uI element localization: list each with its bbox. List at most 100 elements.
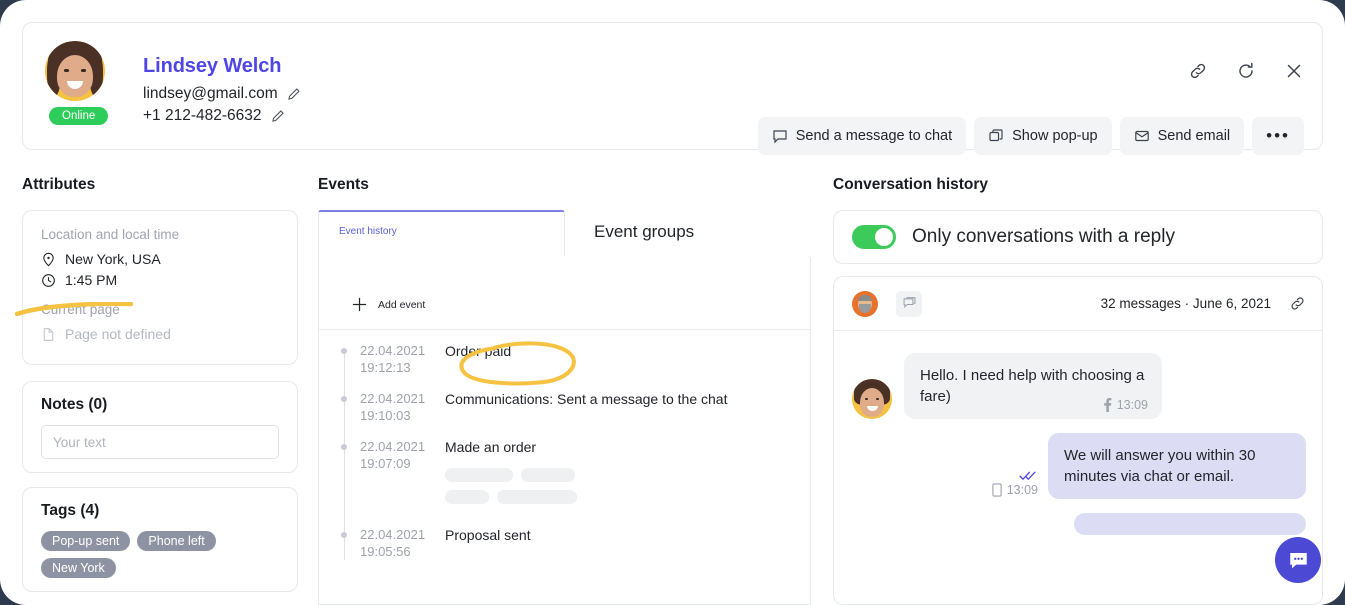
event-title: Proposal sent bbox=[445, 526, 531, 544]
notes-heading: Notes (0) bbox=[23, 382, 297, 414]
location-label: Location and local time bbox=[41, 227, 279, 242]
message-meta-incoming: 13:09 bbox=[1103, 398, 1148, 412]
tags-card: Tags (4) Pop-up sent Phone left New York bbox=[22, 487, 298, 592]
event-time: 19:05:56 bbox=[360, 543, 445, 560]
event-title: Made an order bbox=[445, 438, 536, 456]
add-event-button[interactable]: Add event bbox=[319, 256, 810, 329]
send-email-label: Send email bbox=[1158, 128, 1231, 144]
popup-window-icon bbox=[988, 128, 1004, 144]
events-tab-bar: Event history Event groups bbox=[318, 210, 811, 257]
edit-phone-pencil-icon[interactable] bbox=[271, 109, 285, 123]
event-datetime: 22.04.2021 19:07:09 bbox=[341, 438, 445, 512]
message-meta-outgoing: 13:09 bbox=[992, 470, 1038, 497]
skeleton-bar bbox=[445, 468, 513, 482]
message-row-outgoing: 13:09 We will answer you within 30 minut… bbox=[852, 433, 1306, 499]
event-title: Order paid bbox=[445, 342, 511, 360]
show-popup-button[interactable]: Show pop-up bbox=[974, 117, 1111, 155]
tag-chip[interactable]: Pop-up sent bbox=[41, 531, 130, 551]
message-row-incoming: Hello. I need help with choosing a fare)… bbox=[852, 353, 1306, 419]
tags-heading: Tags (4) bbox=[23, 488, 297, 520]
event-item[interactable]: 22.04.2021 19:07:09 Made an order bbox=[319, 438, 810, 512]
edit-email-pencil-icon[interactable] bbox=[287, 87, 301, 101]
message-time-outgoing: 13:09 bbox=[1007, 483, 1038, 497]
add-event-label: Add event bbox=[378, 299, 425, 311]
event-datetime: 22.04.2021 19:12:13 bbox=[341, 342, 445, 376]
envelope-icon bbox=[1134, 128, 1150, 144]
more-dots-icon: ••• bbox=[1266, 126, 1290, 146]
facebook-icon bbox=[1103, 398, 1112, 412]
event-item[interactable]: 22.04.2021 19:12:13 Order paid bbox=[319, 342, 810, 376]
channel-icon-box bbox=[896, 291, 922, 317]
mobile-device-icon bbox=[992, 483, 1002, 497]
chat-dots-icon bbox=[1287, 549, 1310, 572]
contact-info: Lindsey Welch lindsey@gmail.com +1 212-4… bbox=[143, 55, 301, 129]
event-body: Made an order bbox=[445, 438, 810, 512]
location-value: New York, USA bbox=[65, 251, 161, 267]
local-time-value: 1:45 PM bbox=[65, 272, 117, 288]
notes-input[interactable] bbox=[41, 425, 279, 459]
event-detail-skeleton bbox=[445, 468, 796, 504]
tags-list: Pop-up sent Phone left New York bbox=[23, 520, 297, 578]
events-column-title: Events bbox=[318, 176, 369, 194]
header-top-icon-row bbox=[1188, 61, 1304, 81]
message-bubble-outgoing: We will answer you within 30 minutes via… bbox=[1048, 433, 1306, 499]
conversation-card: 32 messages · June 6, 2021 Hello. I need… bbox=[833, 276, 1323, 605]
contact-email: lindsey@gmail.com bbox=[143, 85, 278, 103]
event-item[interactable]: 22.04.2021 19:05:56 Proposal sent bbox=[319, 526, 810, 560]
contact-name[interactable]: Lindsey Welch bbox=[143, 55, 301, 78]
tag-chip[interactable]: Phone left bbox=[137, 531, 215, 551]
only-replies-toggle[interactable] bbox=[852, 225, 896, 249]
chat-widget-button[interactable] bbox=[1275, 537, 1321, 583]
event-time: 19:12:13 bbox=[360, 359, 445, 376]
tag-chip[interactable]: New York bbox=[41, 558, 116, 578]
tab-event-history-label: Event history bbox=[339, 226, 397, 237]
event-body: Order paid bbox=[445, 342, 810, 376]
map-pin-icon bbox=[41, 252, 56, 267]
event-list: 22.04.2021 19:12:13 Order paid 22.04.202… bbox=[319, 330, 810, 560]
tab-event-history[interactable]: Event history bbox=[318, 210, 565, 257]
event-date: 22.04.2021 bbox=[360, 438, 445, 455]
skeleton-bar bbox=[521, 468, 575, 482]
event-dot-icon bbox=[341, 396, 347, 402]
attributes-column-title: Attributes bbox=[22, 176, 95, 194]
contact-email-row: lindsey@gmail.com bbox=[143, 85, 301, 103]
send-message-to-chat-label: Send a message to chat bbox=[796, 128, 952, 144]
conversation-link-icon[interactable] bbox=[1289, 295, 1306, 312]
link-icon[interactable] bbox=[1188, 61, 1208, 81]
send-email-button[interactable]: Send email bbox=[1120, 117, 1245, 155]
tab-event-groups[interactable]: Event groups bbox=[565, 210, 811, 257]
event-dot-icon bbox=[341, 532, 347, 538]
location-row: New York, USA bbox=[41, 251, 279, 267]
app-page: Online Lindsey Welch lindsey@gmail.com +… bbox=[0, 0, 1345, 605]
double-check-icon bbox=[1019, 470, 1038, 481]
refresh-icon[interactable] bbox=[1236, 61, 1256, 81]
conversation-column-title: Conversation history bbox=[833, 176, 988, 194]
event-date: 22.04.2021 bbox=[360, 390, 445, 407]
event-item[interactable]: 22.04.2021 19:10:03 Communications: Sent… bbox=[319, 390, 810, 424]
header-action-buttons: Send a message to chat Show pop-up Send … bbox=[758, 117, 1304, 155]
agent-avatar bbox=[852, 291, 878, 317]
clock-icon bbox=[41, 273, 56, 288]
conversation-meta: 32 messages · June 6, 2021 bbox=[1101, 296, 1271, 311]
toggle-knob bbox=[875, 228, 893, 246]
chat-bubble-icon bbox=[772, 128, 788, 144]
event-time: 19:07:09 bbox=[360, 455, 445, 472]
event-time: 19:10:03 bbox=[360, 407, 445, 424]
local-time-row: 1:45 PM bbox=[41, 272, 279, 288]
contact-phone: +1 212-482-6632 bbox=[143, 107, 262, 125]
contact-avatar-wrap: Online bbox=[45, 41, 105, 101]
current-page-label: Current page bbox=[41, 302, 279, 317]
message-avatar bbox=[852, 379, 892, 419]
send-message-to-chat-button[interactable]: Send a message to chat bbox=[758, 117, 966, 155]
contact-header-card: Online Lindsey Welch lindsey@gmail.com +… bbox=[22, 22, 1323, 150]
more-options-button[interactable]: ••• bbox=[1252, 117, 1304, 155]
message-meta-row: 13:09 bbox=[992, 483, 1038, 497]
event-body: Proposal sent bbox=[445, 526, 810, 560]
document-icon bbox=[41, 327, 56, 342]
only-replies-label: Only conversations with a reply bbox=[912, 226, 1175, 248]
event-date: 22.04.2021 bbox=[360, 342, 445, 359]
event-dot-icon bbox=[341, 348, 347, 354]
event-dot-icon bbox=[341, 444, 347, 450]
close-icon[interactable] bbox=[1284, 61, 1304, 81]
message-time-incoming: 13:09 bbox=[1117, 398, 1148, 412]
